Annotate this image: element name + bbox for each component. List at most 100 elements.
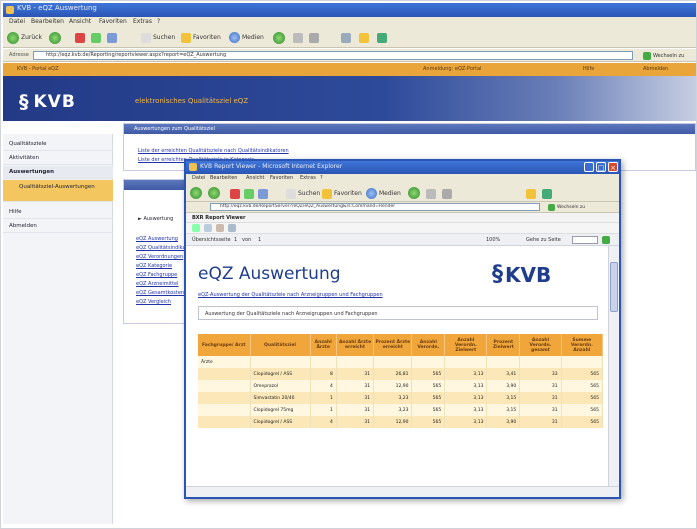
stop-icon bbox=[75, 32, 85, 43]
page-current[interactable]: 1 bbox=[234, 237, 237, 243]
popup-menu-edit[interactable]: Bearbeiten bbox=[210, 175, 237, 181]
table-group-label: Ärzte bbox=[198, 356, 251, 368]
table-header[interactable]: Anzahl Ärzte erreicht bbox=[336, 334, 375, 356]
edit-button[interactable] bbox=[341, 31, 351, 44]
browser-title: KVB - eQZ Auswertung bbox=[17, 4, 97, 12]
help-link[interactable]: Hilfe bbox=[583, 66, 594, 72]
popup-stop-button[interactable] bbox=[230, 187, 240, 200]
menu-edit[interactable]: Bearbeiten bbox=[31, 18, 64, 25]
report-kvb-swirl-icon: § bbox=[492, 262, 503, 287]
menu-favorites[interactable]: Favoriten bbox=[99, 18, 127, 25]
link-report-6[interactable]: eQZ Arzneimittel bbox=[136, 281, 178, 287]
link-report-7[interactable]: eQZ Gesamtkosten bbox=[136, 290, 184, 296]
zoom-select[interactable]: 100% bbox=[486, 237, 500, 243]
goto-go-icon[interactable] bbox=[602, 236, 610, 244]
table-header[interactable]: Anzahl Ärzte bbox=[310, 334, 337, 356]
go-button[interactable]: Wechseln zu bbox=[643, 51, 693, 60]
report-subtitle[interactable]: eQZ-Auswertung der Qualitätsziele nach A… bbox=[198, 292, 383, 298]
popup-messenger-button[interactable] bbox=[542, 187, 552, 200]
link-report-8[interactable]: eQZ Vergleich bbox=[136, 299, 171, 305]
close-button[interactable]: × bbox=[608, 162, 618, 172]
export-icon[interactable] bbox=[192, 224, 200, 232]
table-header[interactable]: Anzahl Verordn. gesamt bbox=[519, 334, 562, 356]
menu-help[interactable]: ? bbox=[157, 18, 160, 25]
table-header[interactable]: Anzahl Verordn. bbox=[411, 334, 446, 356]
menu-file[interactable]: Datei bbox=[9, 18, 25, 25]
popup-address-input[interactable]: http://eqz.kvb.de/ReportServer?/eQZ/eQZ_… bbox=[210, 203, 540, 211]
popup-folder-button[interactable] bbox=[526, 187, 536, 200]
sidebar-item-qualitaetsziel-auswertungen[interactable]: Qualitätsziel-Auswertungen bbox=[3, 180, 113, 202]
popup-back-button[interactable] bbox=[190, 186, 202, 199]
popup-go-button[interactable]: Wechseln zu bbox=[548, 203, 585, 212]
home-icon bbox=[107, 32, 117, 43]
media-icon bbox=[229, 32, 240, 43]
popup-history-icon bbox=[408, 186, 420, 199]
maximize-button[interactable]: □ bbox=[596, 162, 606, 172]
popup-menu-tools[interactable]: Extras bbox=[300, 175, 316, 181]
popup-toolbar: Suchen Favoriten Medien bbox=[186, 184, 619, 202]
link-liste-indikatoren[interactable]: Liste der erreichten Qualitätsziele nach… bbox=[138, 148, 289, 154]
stop-button[interactable] bbox=[75, 31, 85, 44]
table-header[interactable]: Summe Verordn. Anzahl bbox=[561, 334, 604, 356]
sidebar-item-auswertungen[interactable]: Auswertungen bbox=[3, 166, 113, 179]
popup-folder-icon bbox=[526, 188, 536, 199]
sidebar-item-hilfe[interactable]: Hilfe bbox=[3, 206, 113, 219]
link-report-3[interactable]: eQZ Verordnungen bbox=[136, 254, 183, 260]
home-button[interactable] bbox=[107, 31, 117, 44]
report-body: eQZ Auswertung § KVB eQZ-Auswertung der … bbox=[186, 246, 608, 486]
table-header[interactable]: Fachgruppe/ Arzt bbox=[198, 334, 251, 356]
mail-button[interactable] bbox=[293, 31, 303, 44]
popup-menu-help[interactable]: ? bbox=[320, 175, 323, 181]
refresh-report-icon[interactable] bbox=[216, 224, 224, 232]
popup-media-button[interactable]: Medien bbox=[366, 187, 401, 200]
report-scroll-thumb[interactable] bbox=[610, 262, 618, 312]
popup-menu-favorites[interactable]: Favoriten bbox=[270, 175, 293, 181]
minimize-button[interactable]: _ bbox=[584, 162, 594, 172]
table-header[interactable]: Prozent Zielwert bbox=[486, 334, 521, 356]
popup-print-button[interactable] bbox=[442, 187, 452, 200]
find-icon[interactable] bbox=[228, 224, 236, 232]
report-vertical-scrollbar[interactable] bbox=[608, 246, 619, 486]
popup-refresh-button[interactable] bbox=[244, 187, 254, 200]
link-report-4[interactable]: eQZ Kategorie bbox=[136, 263, 172, 269]
print-report-icon[interactable] bbox=[204, 224, 212, 232]
popup-menu-file[interactable]: Datei bbox=[192, 175, 205, 181]
table-header[interactable]: Prozent Ärzte erreicht bbox=[373, 334, 413, 356]
popup-app-icon bbox=[189, 163, 197, 171]
print-button[interactable] bbox=[309, 31, 319, 44]
popup-title-bar: KVB Report Viewer - Microsoft Internet E… bbox=[186, 161, 619, 174]
goto-page-input[interactable] bbox=[572, 236, 598, 244]
menu-tools[interactable]: Extras bbox=[133, 18, 152, 25]
popup-search-button[interactable]: Suchen bbox=[286, 187, 320, 200]
forward-button[interactable] bbox=[49, 31, 61, 44]
table-header[interactable]: Qualitätsziel bbox=[250, 334, 311, 356]
messenger-button[interactable] bbox=[377, 31, 387, 44]
sidebar-item-qualitaetsziele[interactable]: Qualitätsziele bbox=[3, 138, 113, 151]
popup-forward-button[interactable] bbox=[208, 186, 220, 199]
kvb-logo: § KVB bbox=[19, 91, 76, 113]
back-button[interactable]: Zurück bbox=[7, 31, 42, 44]
popup-favorites-button[interactable]: Favoriten bbox=[322, 187, 362, 200]
favorites-button[interactable]: Favoriten bbox=[181, 31, 221, 44]
messenger-icon bbox=[377, 32, 387, 43]
link-report-5[interactable]: eQZ Fachgruppe bbox=[136, 272, 177, 278]
address-input[interactable]: http://eqz.kvb.de/Reporting/reportviewer… bbox=[33, 51, 633, 60]
sidebar-item-abmelden[interactable]: Abmelden bbox=[3, 220, 113, 233]
popup-mail-button[interactable] bbox=[426, 187, 436, 200]
table-header[interactable]: Anzahl Verordn. Zielwert bbox=[444, 334, 488, 356]
link-report-1[interactable]: eQZ Auswertung bbox=[136, 236, 178, 242]
popup-history-button[interactable] bbox=[408, 186, 420, 199]
report-name: BXR Report Viewer bbox=[192, 215, 246, 221]
forward-arrow-icon bbox=[49, 31, 61, 44]
sidebar-item-aktivitaeten[interactable]: Aktivitäten bbox=[3, 152, 113, 165]
logout-link[interactable]: Abmelden bbox=[643, 66, 668, 72]
report-horizontal-scrollbar[interactable] bbox=[186, 486, 619, 497]
folder-button[interactable] bbox=[359, 31, 369, 44]
refresh-button[interactable] bbox=[91, 31, 101, 44]
search-button[interactable]: Suchen bbox=[141, 31, 175, 44]
media-button[interactable]: Medien bbox=[229, 31, 264, 44]
history-button[interactable] bbox=[273, 31, 285, 44]
menu-view[interactable]: Ansicht bbox=[69, 18, 91, 25]
popup-home-button[interactable] bbox=[258, 187, 268, 200]
popup-menu-view[interactable]: Ansicht bbox=[246, 175, 264, 181]
